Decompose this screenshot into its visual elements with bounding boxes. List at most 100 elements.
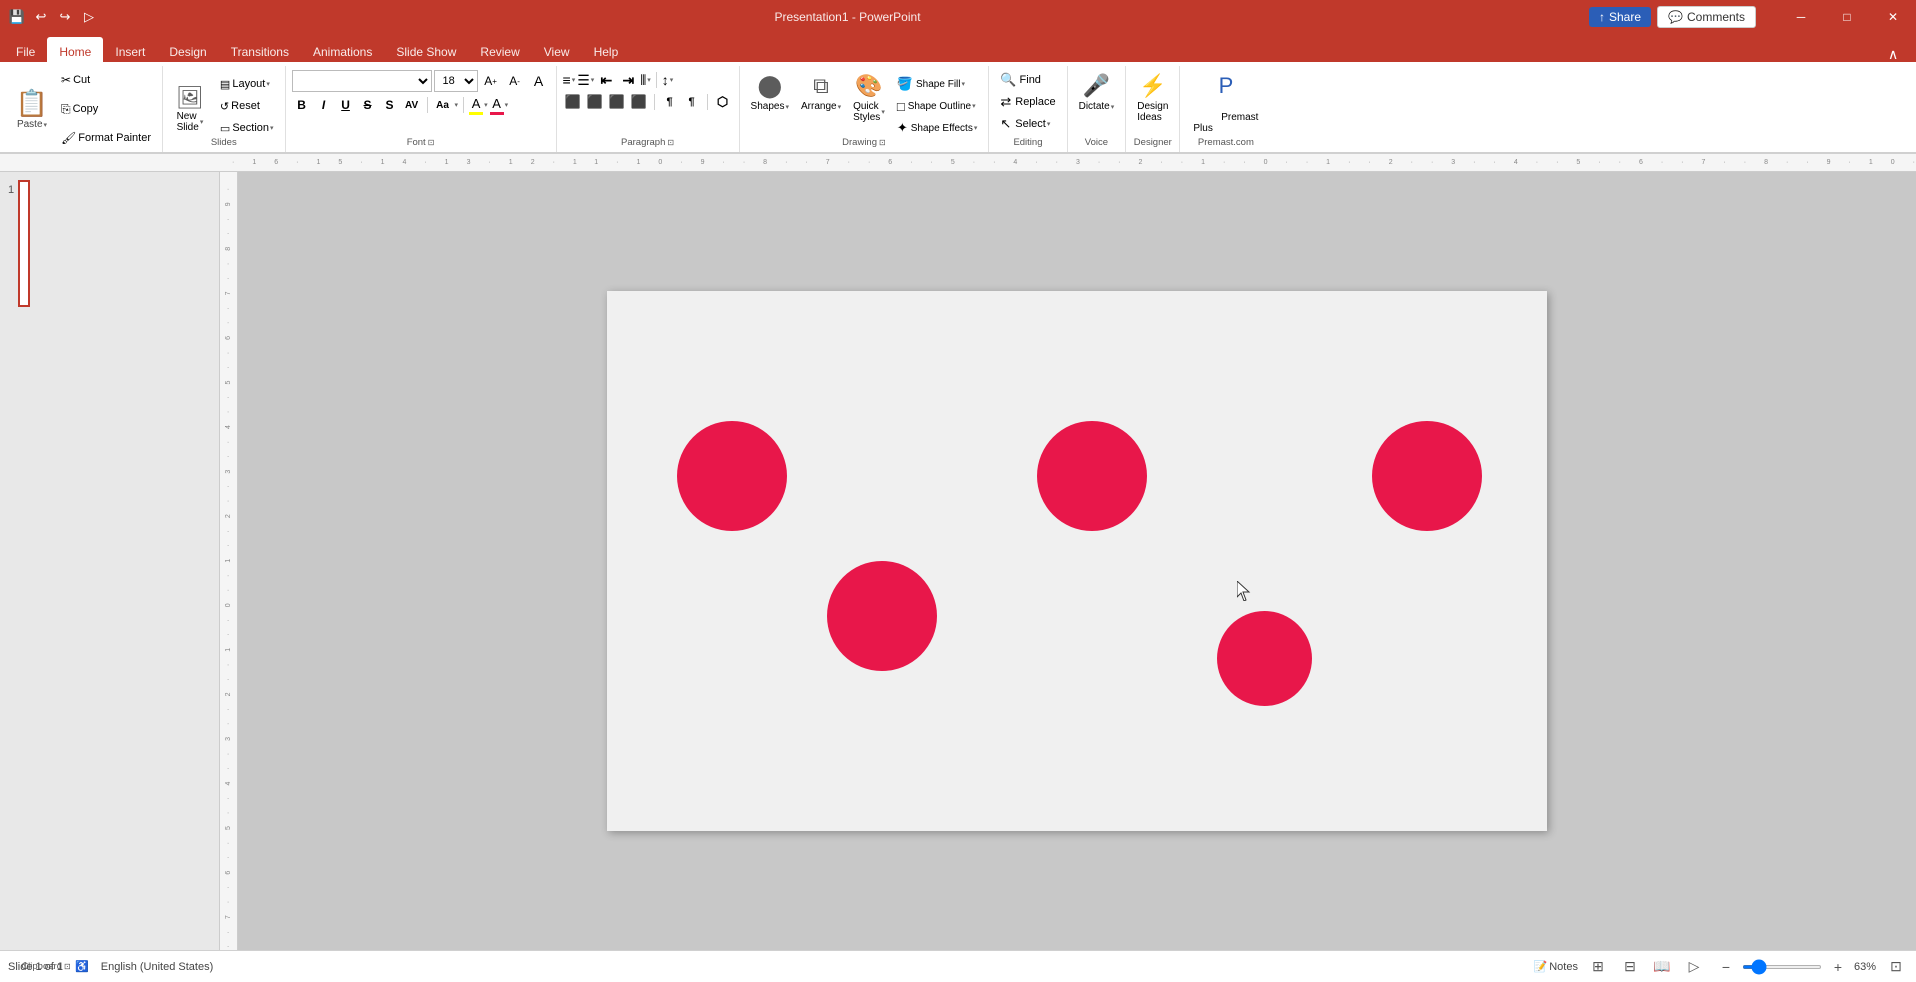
cut-button[interactable]: ✂ Cut	[56, 70, 156, 90]
format-painter-button[interactable]: 🖌 Format Painter	[56, 128, 156, 148]
shape-fill-dropdown[interactable]: ▾	[961, 80, 965, 88]
tab-transitions[interactable]: Transitions	[219, 37, 301, 63]
zoom-in-button[interactable]: +	[1826, 955, 1850, 979]
notes-button[interactable]: 📝 Notes	[1534, 960, 1578, 973]
increase-font-button[interactable]: A+	[480, 70, 502, 92]
present-button[interactable]: ▷	[78, 6, 100, 28]
align-right-button[interactable]: ⬛	[607, 92, 627, 112]
select-dropdown[interactable]: ▾	[1047, 120, 1051, 128]
slideshow-button[interactable]: ▷	[1682, 955, 1706, 979]
clear-format-button[interactable]: A	[528, 70, 550, 92]
decrease-indent-button[interactable]: ⇤	[596, 70, 616, 90]
bullets-button[interactable]: ≡ ▾	[563, 72, 576, 88]
shapes-dropdown[interactable]: ▾	[785, 103, 789, 111]
arrange-button[interactable]: ⧉ Arrange ▾	[796, 70, 846, 115]
arrange-dropdown[interactable]: ▾	[838, 103, 842, 111]
paragraph-expander[interactable]: ⊡	[667, 138, 674, 147]
ltr-button[interactable]: ¶	[682, 92, 702, 112]
italic-button[interactable]: I	[314, 95, 334, 115]
circle-5[interactable]	[1217, 611, 1312, 706]
normal-view-button[interactable]: ⊞	[1586, 955, 1610, 979]
tab-help[interactable]: Help	[582, 37, 631, 63]
select-button[interactable]: ↖ Select ▾	[995, 114, 1060, 134]
reset-button[interactable]: ↺ Reset	[215, 96, 279, 116]
quick-styles-dropdown[interactable]: ▾	[881, 108, 885, 116]
numbering-button[interactable]: ☰ ▾	[577, 72, 594, 89]
drawing-expander[interactable]: ⊡	[879, 138, 886, 147]
dictate-dropdown[interactable]: ▾	[1111, 103, 1115, 111]
change-case-arrow[interactable]: ▾	[455, 101, 459, 109]
save-button[interactable]: 💾	[6, 6, 28, 28]
increase-indent-button[interactable]: ⇥	[618, 70, 638, 90]
bullets-dropdown[interactable]: ▾	[572, 76, 576, 84]
convert-smartart-button[interactable]: ⬡	[713, 92, 733, 112]
tab-home[interactable]: Home	[47, 37, 103, 63]
tab-review[interactable]: Review	[468, 37, 531, 63]
underline-button[interactable]: U	[336, 95, 356, 115]
rtl-button[interactable]: ¶	[660, 92, 680, 112]
circle-3[interactable]	[1372, 421, 1482, 531]
circle-4[interactable]	[827, 561, 937, 671]
minimize-button[interactable]: ─	[1778, 0, 1824, 34]
highlight-dropdown-arrow[interactable]: ▾	[484, 101, 488, 109]
zoom-level[interactable]: 63%	[1854, 961, 1876, 973]
align-left-button[interactable]: ⬛	[563, 92, 583, 112]
tab-file[interactable]: File	[4, 37, 47, 63]
change-case-button[interactable]: Aa	[433, 95, 453, 115]
quick-styles-button[interactable]: 🎨 Quick Styles ▾	[848, 70, 890, 126]
paste-button[interactable]: 📋 Paste ▾	[10, 70, 54, 148]
zoom-out-button[interactable]: −	[1714, 955, 1738, 979]
fit-slide-button[interactable]: ⊡	[1884, 955, 1908, 979]
shape-effects-dropdown[interactable]: ▾	[974, 124, 978, 132]
font-family-select[interactable]	[292, 70, 432, 92]
slide-thumbnail-1[interactable]	[18, 180, 30, 307]
shapes-button[interactable]: ⬤ Shapes ▾	[746, 70, 794, 115]
tab-view[interactable]: View	[532, 37, 582, 63]
shadow-button[interactable]: S	[380, 95, 400, 115]
shape-fill-button[interactable]: 🪣 Shape Fill ▾	[892, 74, 983, 94]
tab-insert[interactable]: Insert	[103, 37, 157, 63]
close-button[interactable]: ✕	[1870, 0, 1916, 34]
justify-button[interactable]: ⬛	[629, 92, 649, 112]
font-expander[interactable]: ⊡	[428, 138, 435, 147]
find-button[interactable]: 🔍 Find	[995, 70, 1060, 90]
layout-dropdown[interactable]: ▾	[266, 80, 270, 88]
numbering-dropdown[interactable]: ▾	[591, 76, 595, 84]
shape-outline-button[interactable]: □ Shape Outline ▾	[892, 96, 983, 116]
char-spacing-button[interactable]: AV	[402, 95, 422, 115]
tab-animations[interactable]: Animations	[301, 37, 384, 63]
font-size-select[interactable]: 18	[434, 70, 478, 92]
reading-view-button[interactable]: 📖	[1650, 955, 1674, 979]
ribbon-collapse-button[interactable]: ∧	[1888, 46, 1904, 62]
paste-dropdown-arrow[interactable]: ▾	[44, 121, 48, 129]
line-spacing-button[interactable]: ↕ ▾	[662, 72, 674, 88]
copy-button[interactable]: ⎘ Copy	[56, 99, 156, 119]
layout-button[interactable]: ▤ Layout ▾	[215, 74, 279, 94]
tab-design[interactable]: Design	[157, 37, 218, 63]
zoom-slider[interactable]	[1742, 965, 1822, 969]
slide-canvas[interactable]	[607, 291, 1547, 831]
tab-slide-show[interactable]: Slide Show	[384, 37, 468, 63]
line-spacing-dropdown[interactable]: ▾	[670, 76, 674, 84]
highlight-color-button[interactable]: A ▾	[469, 96, 488, 115]
columns-dropdown[interactable]: ▾	[647, 76, 651, 84]
strikethrough-button[interactable]: S	[358, 95, 378, 115]
clipboard-expander[interactable]: ⊡	[64, 962, 71, 971]
redo-button[interactable]: ↪	[54, 6, 76, 28]
bold-button[interactable]: B	[292, 95, 312, 115]
columns-button[interactable]: ⫴ ▾	[640, 72, 650, 89]
align-center-button[interactable]: ⬛	[585, 92, 605, 112]
design-ideas-button[interactable]: ⚡ Design Ideas	[1132, 70, 1173, 126]
slide-panel[interactable]: 1	[0, 172, 220, 950]
slide-sorter-button[interactable]: ⊟	[1618, 955, 1642, 979]
font-color-button[interactable]: A ▾	[490, 96, 509, 115]
share-button[interactable]: ↑ Share	[1589, 7, 1651, 27]
section-dropdown[interactable]: ▾	[270, 124, 274, 132]
dictate-button[interactable]: 🎤 Dictate ▾	[1074, 70, 1120, 115]
font-color-dropdown-arrow[interactable]: ▾	[505, 101, 509, 109]
maximize-button[interactable]: □	[1824, 0, 1870, 34]
circle-1[interactable]	[677, 421, 787, 531]
undo-button[interactable]: ↩	[30, 6, 52, 28]
shape-outline-dropdown[interactable]: ▾	[972, 102, 976, 110]
canvas-area[interactable]	[238, 172, 1916, 950]
